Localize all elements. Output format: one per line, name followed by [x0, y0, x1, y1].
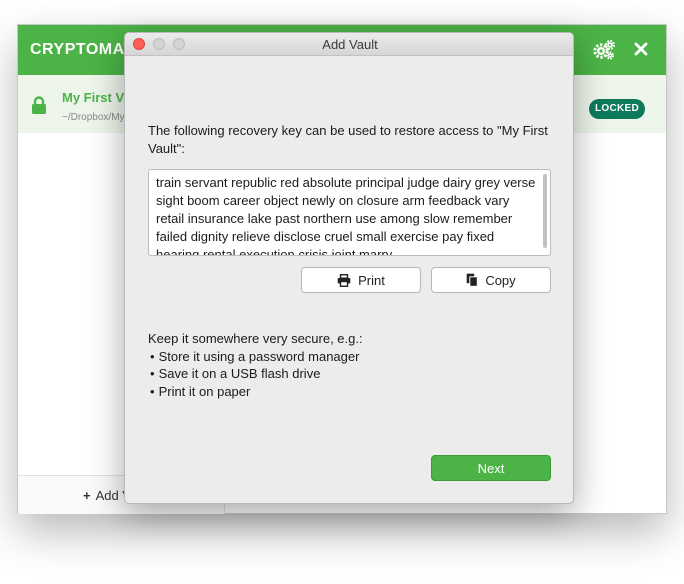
print-label: Print — [358, 272, 385, 288]
next-button[interactable]: Next — [431, 455, 551, 481]
printer-icon — [337, 273, 351, 287]
recovery-key-textarea[interactable]: train servant republic red absolute prin… — [148, 169, 551, 256]
copy-button[interactable]: Copy — [431, 267, 551, 293]
tips-heading: Keep it somewhere very secure, e.g.: — [148, 331, 363, 346]
recovery-key-text: train servant republic red absolute prin… — [156, 175, 536, 256]
copy-icon — [467, 273, 479, 287]
dialog-titlebar: Add Vault — [125, 33, 573, 56]
tip-item: • Store it using a password manager — [150, 348, 360, 364]
dialog-title: Add Vault — [322, 37, 378, 52]
recovery-key-intro: The following recovery key can be used t… — [148, 123, 548, 156]
gear-icon[interactable] — [592, 39, 616, 61]
close-icon[interactable] — [632, 40, 650, 58]
lock-icon — [31, 96, 47, 115]
print-button[interactable]: Print — [301, 267, 421, 293]
tip-item: • Print it on paper — [150, 383, 251, 399]
plus-icon: + — [83, 488, 91, 503]
security-tips: Keep it somewhere very secure, e.g.: • St… — [148, 330, 548, 400]
tip-item: • Save it on a USB flash drive — [150, 366, 321, 381]
add-vault-dialog: Add Vault The following recovery key can… — [124, 32, 574, 504]
scrollbar[interactable] — [543, 174, 547, 248]
status-badge: LOCKED — [589, 99, 646, 119]
copy-label: Copy — [485, 272, 516, 288]
